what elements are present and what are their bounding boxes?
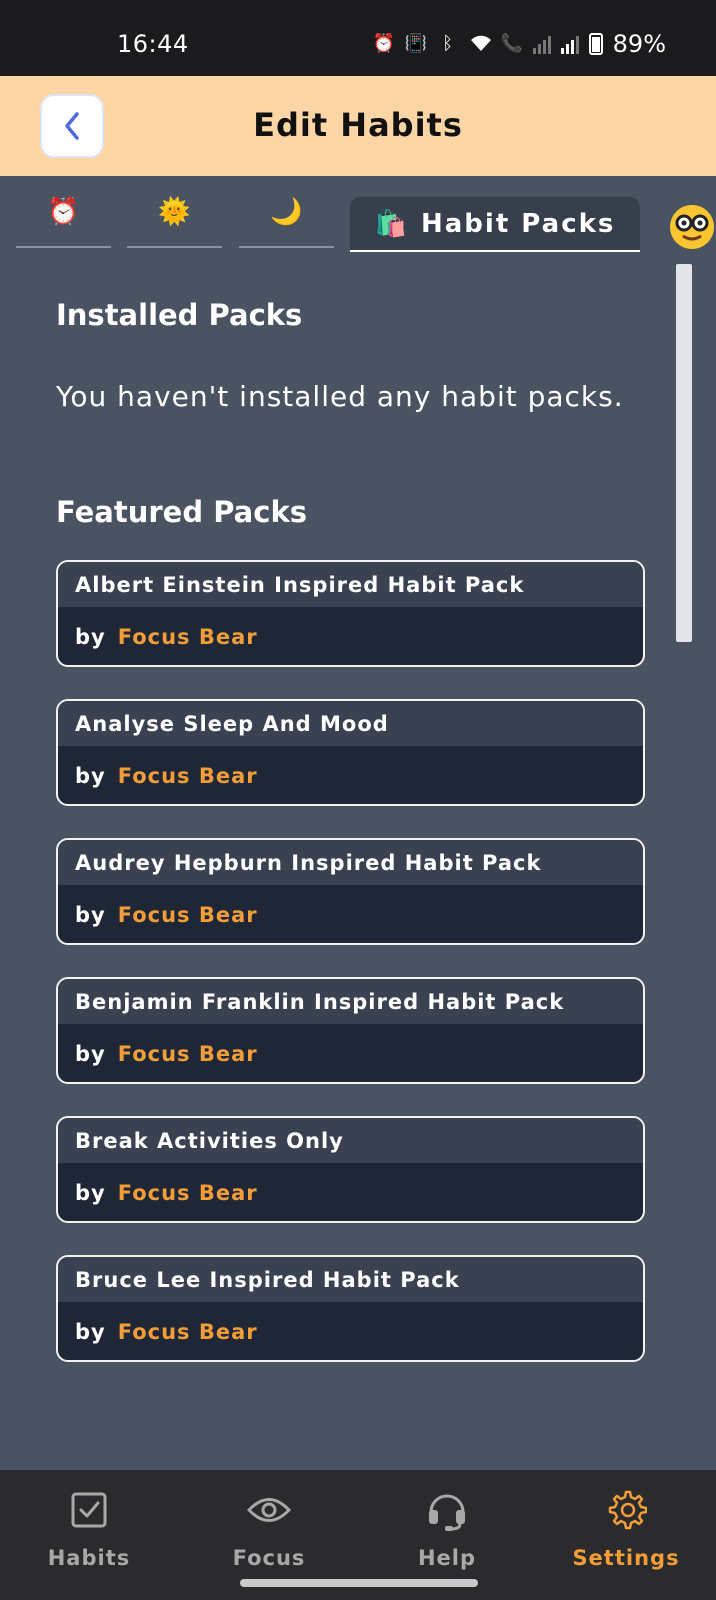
alarm-clock-icon: ⏰ xyxy=(47,197,80,227)
tab-day[interactable]: 🌞 xyxy=(127,197,222,248)
pack-author[interactable]: Focus Bear xyxy=(118,625,258,649)
pack-author-row: by Focus Bear xyxy=(58,746,643,804)
nav-focus-label: Focus xyxy=(232,1546,306,1570)
pack-card[interactable]: Benjamin Franklin Inspired Habit Pack by… xyxy=(56,977,645,1084)
nav-habits-label: Habits xyxy=(47,1546,131,1570)
by-label: by xyxy=(75,903,106,927)
battery-level: 89% xyxy=(612,30,666,58)
alarm-icon: ⏰ xyxy=(372,33,396,54)
pack-card[interactable]: Albert Einstein Inspired Habit Pack by F… xyxy=(56,560,645,667)
nerd-face-icon[interactable] xyxy=(670,205,714,249)
pack-name: Analyse Sleep And Mood xyxy=(58,701,643,746)
tab-habit-packs[interactable]: 🛍️ Habit Packs xyxy=(350,197,640,252)
by-label: by xyxy=(75,625,106,649)
pack-card[interactable]: Break Activities Only by Focus Bear xyxy=(56,1116,645,1223)
pack-author-row: by Focus Bear xyxy=(58,1163,643,1221)
installed-empty-text: You haven't installed any habit packs. xyxy=(56,380,624,413)
pack-author[interactable]: Focus Bear xyxy=(118,764,258,788)
pack-author[interactable]: Focus Bear xyxy=(118,1042,258,1066)
status-icons: ⏰ 📳 ᛒ 📞 89% xyxy=(373,30,666,58)
pack-card[interactable]: Audrey Hepburn Inspired Habit Pack by Fo… xyxy=(56,838,645,945)
installed-packs-title: Installed Packs xyxy=(56,298,303,332)
tab-underline xyxy=(127,246,222,248)
pack-author[interactable]: Focus Bear xyxy=(118,1320,258,1344)
pack-name: Break Activities Only xyxy=(58,1118,643,1163)
pack-name: Albert Einstein Inspired Habit Pack xyxy=(58,562,643,607)
by-label: by xyxy=(75,1042,106,1066)
status-time: 16:44 xyxy=(117,30,189,58)
nav-help[interactable]: Help xyxy=(362,1470,532,1580)
pack-author-row: by Focus Bear xyxy=(58,607,643,665)
gear-icon xyxy=(604,1488,648,1532)
tab-underline xyxy=(16,246,111,248)
pack-card[interactable]: Bruce Lee Inspired Habit Pack by Focus B… xyxy=(56,1255,645,1362)
featured-packs-title: Featured Packs xyxy=(56,495,307,529)
by-label: by xyxy=(75,764,106,788)
pack-author-row: by Focus Bear xyxy=(58,885,643,943)
nav-focus[interactable]: Focus xyxy=(184,1470,354,1580)
tab-morning[interactable]: ⏰ xyxy=(16,197,111,248)
vibrate-icon: 📳 xyxy=(404,33,428,54)
shopping-bags-icon: 🛍️ xyxy=(374,208,407,239)
eye-icon xyxy=(247,1488,291,1532)
nav-settings-label: Settings xyxy=(572,1546,680,1570)
pack-author-row: by Focus Bear xyxy=(58,1302,643,1360)
app-header: Edit Habits xyxy=(0,76,716,176)
pack-author-row: by Focus Bear xyxy=(58,1024,643,1082)
bluetooth-icon: ᛒ xyxy=(442,33,454,54)
pack-author[interactable]: Focus Bear xyxy=(118,903,258,927)
sun-icon: 🌞 xyxy=(158,197,191,227)
page-title: Edit Habits xyxy=(253,106,463,144)
pack-name: Benjamin Franklin Inspired Habit Pack xyxy=(58,979,643,1024)
battery-icon xyxy=(588,33,603,55)
pack-author[interactable]: Focus Bear xyxy=(118,1181,258,1205)
headset-icon xyxy=(425,1488,469,1532)
nav-settings[interactable]: Settings xyxy=(541,1470,711,1580)
status-bar: 16:44 ⏰ 📳 ᛒ 📞 89% xyxy=(0,0,716,76)
nav-habits[interactable]: Habits xyxy=(4,1470,174,1580)
tab-evening[interactable]: 🌙 xyxy=(239,197,334,248)
signal-icon xyxy=(560,34,579,54)
checkbox-icon xyxy=(67,1488,111,1532)
signal-icon xyxy=(532,34,551,54)
wifi-icon xyxy=(469,33,491,55)
nav-help-label: Help xyxy=(417,1546,477,1570)
by-label: by xyxy=(75,1320,106,1344)
moon-icon: 🌙 xyxy=(270,197,303,227)
scrollbar[interactable] xyxy=(676,264,692,642)
tab-habit-packs-label: Habit Packs xyxy=(420,208,616,239)
pack-name: Audrey Hepburn Inspired Habit Pack xyxy=(58,840,643,885)
tab-bar: ⏰ 🌞 🌙 🛍️ Habit Packs xyxy=(0,176,716,252)
by-label: by xyxy=(75,1181,106,1205)
pack-name: Bruce Lee Inspired Habit Pack xyxy=(58,1257,643,1302)
tab-underline xyxy=(239,246,334,248)
home-indicator[interactable] xyxy=(240,1579,478,1587)
wifi-call-icon: 📞 xyxy=(500,33,524,54)
pack-card[interactable]: Analyse Sleep And Mood by Focus Bear xyxy=(56,699,645,806)
